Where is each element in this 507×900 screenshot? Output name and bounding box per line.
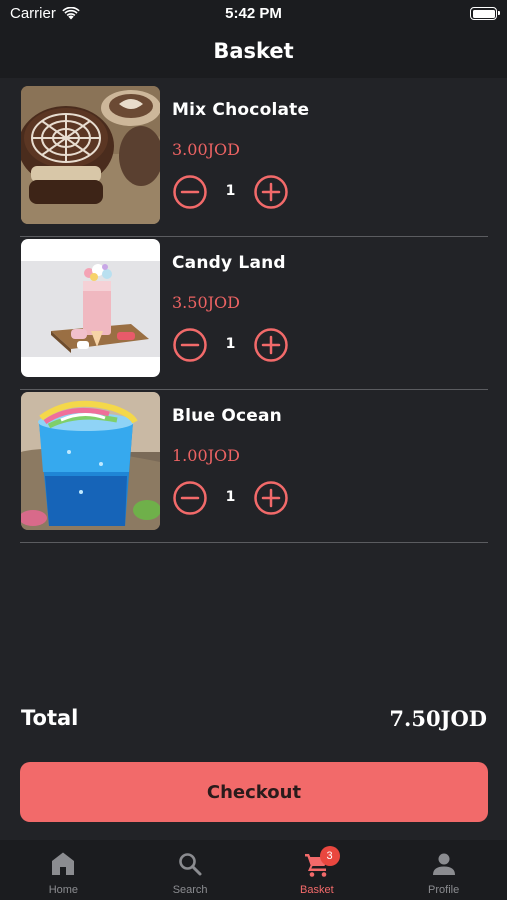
- item-name: Blue Ocean: [172, 406, 282, 426]
- item-price: 3.00JOD: [172, 140, 240, 159]
- increase-quantity-button[interactable]: [253, 174, 289, 210]
- total-value: 7.50JOD: [389, 706, 487, 731]
- item-name: Candy Land: [172, 253, 286, 273]
- cart-count-badge: 3: [319, 846, 340, 866]
- quantity-stepper: 1: [172, 327, 292, 363]
- minus-circle-icon: [173, 481, 207, 515]
- item-image-mix-chocolate: [21, 86, 160, 224]
- quantity-value: 1: [225, 336, 236, 352]
- status-time: 5:42 PM: [225, 5, 282, 22]
- plus-circle-icon: [254, 175, 288, 209]
- basket-item: Candy Land 3.50JOD 1: [20, 237, 488, 390]
- increase-quantity-button[interactable]: [253, 480, 289, 516]
- minus-circle-icon: [173, 328, 207, 362]
- home-icon: [52, 852, 75, 875]
- checkout-button-label: Checkout: [206, 781, 302, 803]
- item-price: 3.50JOD: [172, 293, 240, 312]
- tab-label: Search: [172, 884, 208, 896]
- tab-basket[interactable]: 3 Basket: [254, 840, 381, 900]
- person-icon: [432, 853, 455, 875]
- basket-item: Mix Chocolate 3.00JOD 1: [20, 84, 488, 237]
- increase-quantity-button[interactable]: [253, 327, 289, 363]
- battery-icon: [470, 7, 500, 20]
- quantity-stepper: 1: [172, 174, 292, 210]
- tab-profile[interactable]: Profile: [380, 840, 507, 900]
- tab-bar: Home Search 3 Basket Profile: [0, 840, 507, 900]
- checkout-button[interactable]: Checkout: [20, 762, 488, 822]
- item-price: 1.00JOD: [172, 446, 240, 465]
- decrease-quantity-button[interactable]: [172, 480, 208, 516]
- tab-label: Home: [48, 884, 79, 896]
- status-bar: Carrier 5:42 PM: [0, 0, 507, 28]
- decrease-quantity-button[interactable]: [172, 327, 208, 363]
- tab-label: Profile: [428, 884, 460, 896]
- item-image-blue-ocean: [21, 392, 160, 530]
- item-image-candy-land: [21, 239, 160, 377]
- tab-search[interactable]: Search: [127, 840, 254, 900]
- quantity-value: 1: [225, 183, 236, 199]
- total-label: Total: [21, 706, 79, 730]
- quantity-value: 1: [225, 489, 236, 505]
- navigation-bar: Basket: [0, 28, 507, 78]
- basket-list: Mix Chocolate 3.00JOD 1 Candy Land 3.50J…: [20, 84, 488, 543]
- item-name: Mix Chocolate: [172, 100, 310, 120]
- quantity-stepper: 1: [172, 480, 292, 516]
- minus-circle-icon: [173, 175, 207, 209]
- page-title: Basket: [213, 39, 294, 63]
- tab-home[interactable]: Home: [0, 840, 127, 900]
- plus-circle-icon: [254, 481, 288, 515]
- decrease-quantity-button[interactable]: [172, 174, 208, 210]
- plus-circle-icon: [254, 328, 288, 362]
- tab-label: Basket: [300, 884, 334, 896]
- search-icon: [179, 853, 202, 876]
- basket-item: Blue Ocean 1.00JOD 1: [20, 390, 488, 543]
